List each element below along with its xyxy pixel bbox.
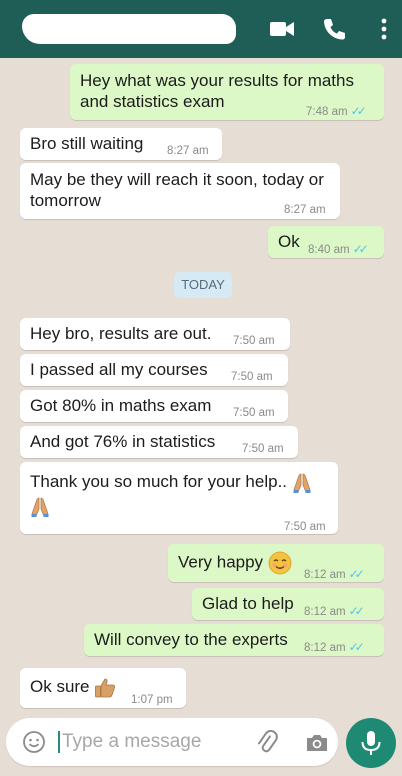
message-bubble-outgoing[interactable]: Hey what was your results for maths and …: [70, 64, 384, 120]
message-meta: 7:48 am ✓✓: [306, 101, 367, 123]
text-cursor: [58, 731, 60, 753]
mic-button[interactable]: [346, 718, 396, 768]
message-input-container[interactable]: [6, 718, 338, 766]
mic-icon: [361, 731, 381, 755]
message-bubble-incoming[interactable]: And got 76% in statistics 7:50 am: [20, 426, 298, 458]
message-text: I passed all my courses: [30, 360, 208, 379]
attach-icon[interactable]: [254, 730, 280, 756]
message-bubble-incoming[interactable]: May be they will reach it soon, today or…: [20, 163, 340, 219]
message-meta: 8:12 am ✓✓: [304, 637, 365, 659]
message-time: 8:12 am: [304, 569, 346, 581]
message-text: Hey bro, results are out.: [30, 324, 212, 343]
message-time: 8:12 am: [304, 642, 346, 654]
video-call-icon[interactable]: [268, 15, 296, 43]
message-bubble-incoming[interactable]: Hey bro, results are out. 7:50 am: [20, 318, 290, 350]
read-ticks-icon: ✓✓: [348, 567, 365, 581]
message-time: 8:27 am: [284, 204, 326, 216]
read-ticks-icon: ✓✓: [352, 242, 369, 256]
message-input[interactable]: [62, 728, 242, 756]
message-text: Bro still waiting: [30, 134, 144, 153]
message-text: Ok: [278, 232, 300, 251]
message-text: Very happy: [178, 551, 292, 575]
message-meta: 8:12 am ✓✓: [304, 564, 365, 586]
message-text: Ok sure: [30, 676, 116, 699]
read-ticks-icon: ✓✓: [348, 604, 365, 618]
message-text: Thank you so much for your help..: [30, 471, 330, 518]
message-bubble-incoming[interactable]: Bro still waiting 8:27 am: [20, 128, 222, 160]
voice-call-icon[interactable]: [320, 15, 348, 43]
read-ticks-icon: ✓✓: [348, 640, 365, 654]
folded-hands-emoji-icon: [31, 497, 49, 517]
chat-header: AD: [0, 0, 402, 58]
message-bubble-incoming[interactable]: I passed all my courses 7:50 am: [20, 354, 288, 386]
message-text: Glad to help: [202, 594, 294, 613]
contact-name-suffix[interactable]: AD: [206, 17, 232, 38]
message-time: 7:48 am: [306, 106, 348, 118]
message-composer: [0, 714, 402, 776]
smiling-face-emoji-icon: [268, 551, 292, 575]
message-time: 7:50 am: [233, 407, 275, 419]
message-bubble-outgoing[interactable]: Will convey to the experts 8:12 am ✓✓: [84, 624, 384, 656]
message-meta: 8:12 am ✓✓: [304, 601, 365, 623]
message-meta: 8:40 am ✓✓: [308, 239, 369, 261]
message-bubble-outgoing[interactable]: Very happy 8:12 am ✓✓: [168, 544, 384, 582]
date-divider: TODAY: [174, 272, 232, 298]
message-time: 8:27 am: [167, 145, 209, 157]
message-bubble-outgoing[interactable]: Ok 8:40 am ✓✓: [268, 226, 384, 258]
contact-name-redacted[interactable]: [22, 14, 236, 44]
message-bubble-incoming[interactable]: Got 80% in maths exam 7:50 am: [20, 390, 288, 422]
message-text-content: Ok sure: [30, 677, 90, 696]
message-time: 7:50 am: [231, 371, 273, 383]
message-text-content: Very happy: [178, 552, 264, 572]
camera-icon[interactable]: [304, 730, 330, 756]
message-text: Will convey to the experts: [94, 630, 288, 649]
message-time: 7:50 am: [233, 335, 275, 347]
message-text-content: Thank you so much for your help..: [30, 472, 288, 491]
message-time: 7:50 am: [284, 521, 326, 533]
emoji-icon[interactable]: [22, 730, 46, 754]
read-ticks-icon: ✓✓: [350, 104, 367, 118]
folded-hands-emoji-icon: [293, 473, 311, 493]
message-time: 8:40 am: [308, 244, 350, 256]
message-text: Got 80% in maths exam: [30, 396, 212, 415]
message-bubble-outgoing[interactable]: Glad to help 8:12 am ✓✓: [192, 588, 384, 620]
chat-area[interactable]: Hey what was your results for maths and …: [0, 58, 402, 714]
message-text: And got 76% in statistics: [30, 432, 216, 451]
message-time: 1:07 pm: [131, 694, 173, 706]
message-time: 7:50 am: [242, 443, 284, 455]
message-bubble-incoming[interactable]: Thank you so much for your help.. 7:50 a…: [20, 462, 338, 534]
thumbs-up-emoji-icon: [95, 678, 116, 697]
more-options-icon[interactable]: [370, 15, 398, 43]
message-bubble-incoming[interactable]: Ok sure 1:07 pm: [20, 668, 186, 708]
message-time: 8:12 am: [304, 606, 346, 618]
